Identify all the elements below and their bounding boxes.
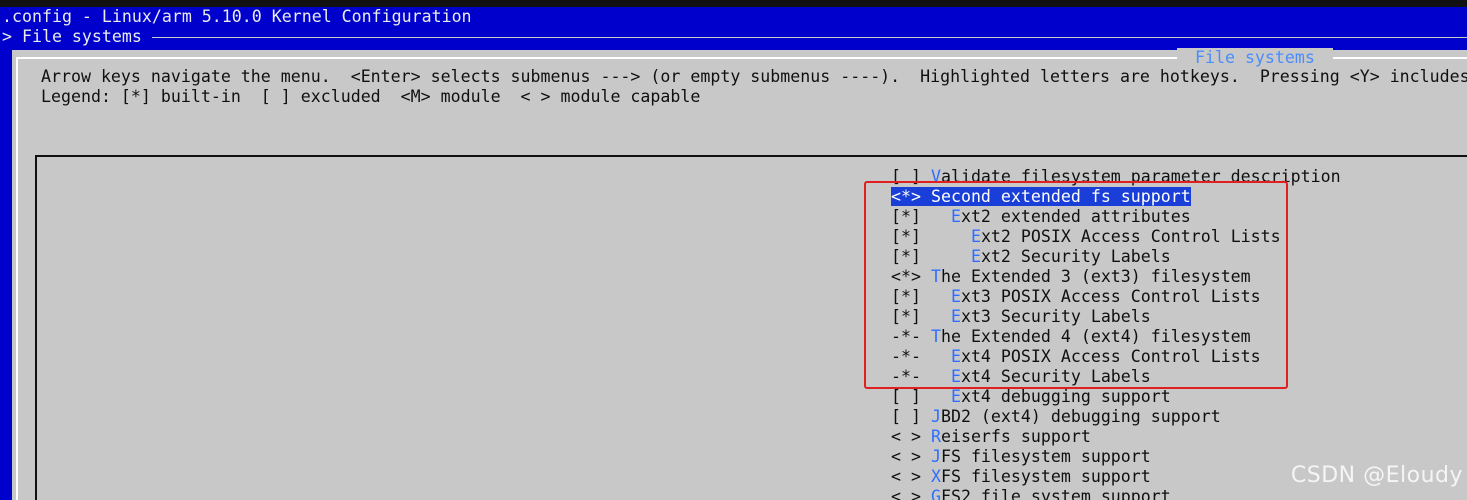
menu-item-prefix: < > xyxy=(891,467,931,486)
menu-item-label: xt3 Security Labels xyxy=(960,307,1151,326)
legend-text: Legend: [*] built-in [ ] excluded <M> mo… xyxy=(41,87,701,106)
menu-item-prefix: [ ] xyxy=(891,167,931,186)
menu-item-label: he Extended 3 (ext3) filesystem xyxy=(940,267,1251,286)
menu-item-label: xt2 POSIX Access Control Lists xyxy=(980,227,1281,246)
menu-item-xfs[interactable]: < > XFS filesystem support xyxy=(891,467,1341,487)
menu-item-prefix: [*] xyxy=(891,247,971,266)
menu-item-prefix: -*- xyxy=(891,347,951,366)
menu-item-reiserfs[interactable]: < > Reiserfs support xyxy=(891,427,1341,447)
menu-item-prefix: [*] xyxy=(891,287,951,306)
menu-item-label: FS filesystem support xyxy=(940,467,1151,486)
menu-item-hotkey: T xyxy=(930,267,941,286)
menu-item-hotkey: J xyxy=(930,447,941,466)
menu-item-label: xt4 debugging support xyxy=(960,387,1171,406)
window-title: .config - Linux/arm 5.10.0 Kernel Config… xyxy=(2,7,472,26)
breadcrumb-text: > File systems xyxy=(2,27,152,46)
menu-item-hotkey: R xyxy=(930,427,941,446)
menu-item-hotkey: G xyxy=(930,487,941,500)
menu-item-hotkey: S xyxy=(930,187,941,206)
menu-item-prefix: [*] xyxy=(891,207,951,226)
menu-item-hotkey: V xyxy=(930,167,941,186)
menu-item-label: FS2 file system support xyxy=(940,487,1171,500)
menu-item-label: BD2 (ext4) debugging support xyxy=(940,407,1221,426)
menu-item-hotkey: E xyxy=(970,227,981,246)
menu-item-ext4-security[interactable]: -*- Ext4 Security Labels xyxy=(891,367,1341,387)
menu-item-ext3-posix-acl[interactable]: [*] Ext3 POSIX Access Control Lists xyxy=(891,287,1341,307)
menu-item-prefix: < > xyxy=(891,447,931,466)
menu-item-hotkey: E xyxy=(950,387,961,406)
menu-item-ext4-debug[interactable]: [ ] Ext4 debugging support xyxy=(891,387,1341,407)
menu-item-jfs[interactable]: < > JFS filesystem support xyxy=(891,447,1341,467)
menu-item-label: alidate filesystem parameter description xyxy=(940,167,1341,186)
menu-item-hotkey: T xyxy=(930,327,941,346)
menu-list: [ ] Validate filesystem parameter descri… xyxy=(891,167,1341,500)
menu-item-ext2-security[interactable]: [*] Ext2 Security Labels xyxy=(891,247,1341,267)
menu-item-label: econd extended fs support xyxy=(940,187,1191,206)
menu-item-hotkey: E xyxy=(970,247,981,266)
menu-item-validate-fs-param[interactable]: [ ] Validate filesystem parameter descri… xyxy=(891,167,1341,187)
menu-item-label: xt4 POSIX Access Control Lists xyxy=(960,347,1261,366)
menu-item-gfs2[interactable]: < > GFS2 file system support xyxy=(891,487,1341,500)
menu-item-prefix: [ ] xyxy=(891,407,931,426)
menu-item-label: xt2 extended attributes xyxy=(960,207,1191,226)
menu-item-hotkey: J xyxy=(930,407,941,426)
menu-item-label: xt4 Security Labels xyxy=(960,367,1151,386)
terminal-top-strip xyxy=(0,0,1467,7)
breadcrumb: > File systems xyxy=(0,27,1467,47)
menu-item-prefix: [*] xyxy=(891,227,971,246)
watermark: CSDN @Eloudy xyxy=(1290,463,1463,488)
help-text-line-1: Arrow keys navigate the menu. <Enter> se… xyxy=(41,67,1467,86)
dialog-title: File systems xyxy=(1177,48,1333,68)
menu-item-ext2-posix-acl[interactable]: [*] Ext2 POSIX Access Control Lists xyxy=(891,227,1341,247)
menu-item-ext2-support[interactable]: <*> Second extended fs support xyxy=(891,187,1341,207)
menu-item-hotkey: X xyxy=(930,467,941,486)
menu-item-prefix: < > xyxy=(891,487,931,500)
menu-item-prefix: -*- xyxy=(891,367,951,386)
menu-item-jbd2-debug[interactable]: [ ] JBD2 (ext4) debugging support xyxy=(891,407,1341,427)
menu-item-ext4-posix-acl[interactable]: -*- Ext4 POSIX Access Control Lists xyxy=(891,347,1341,367)
menu-item-ext3-fs[interactable]: <*> The Extended 3 (ext3) filesystem xyxy=(891,267,1341,287)
menu-item-prefix: -*- xyxy=(891,327,931,346)
menu-item-hotkey: E xyxy=(950,287,961,306)
menu-item-prefix: < > xyxy=(891,427,931,446)
menu-item-hotkey: E xyxy=(950,307,961,326)
menu-item-label: FS filesystem support xyxy=(940,447,1151,466)
menu-item-prefix: [*] xyxy=(891,307,951,326)
menu-item-hotkey: E xyxy=(950,347,961,366)
menu-item-label: he Extended 4 (ext4) filesystem xyxy=(940,327,1251,346)
menu-item-label: xt2 Security Labels xyxy=(980,247,1171,266)
menu-item-label: eiserfs support xyxy=(940,427,1091,446)
menu-item-ext2-xattr[interactable]: [*] Ext2 extended attributes xyxy=(891,207,1341,227)
menu-item-prefix: <*> xyxy=(891,187,931,206)
breadcrumb-divider xyxy=(152,37,1467,38)
menu-item-ext3-security[interactable]: [*] Ext3 Security Labels xyxy=(891,307,1341,327)
menu-item-hotkey: E xyxy=(950,207,961,226)
menu-item-hotkey: E xyxy=(950,367,961,386)
menu-item-label: xt3 POSIX Access Control Lists xyxy=(960,287,1261,306)
menu-item-prefix: [ ] xyxy=(891,387,951,406)
menu-item-prefix: <*> xyxy=(891,267,931,286)
menu-item-ext4-fs[interactable]: -*- The Extended 4 (ext4) filesystem xyxy=(891,327,1341,347)
